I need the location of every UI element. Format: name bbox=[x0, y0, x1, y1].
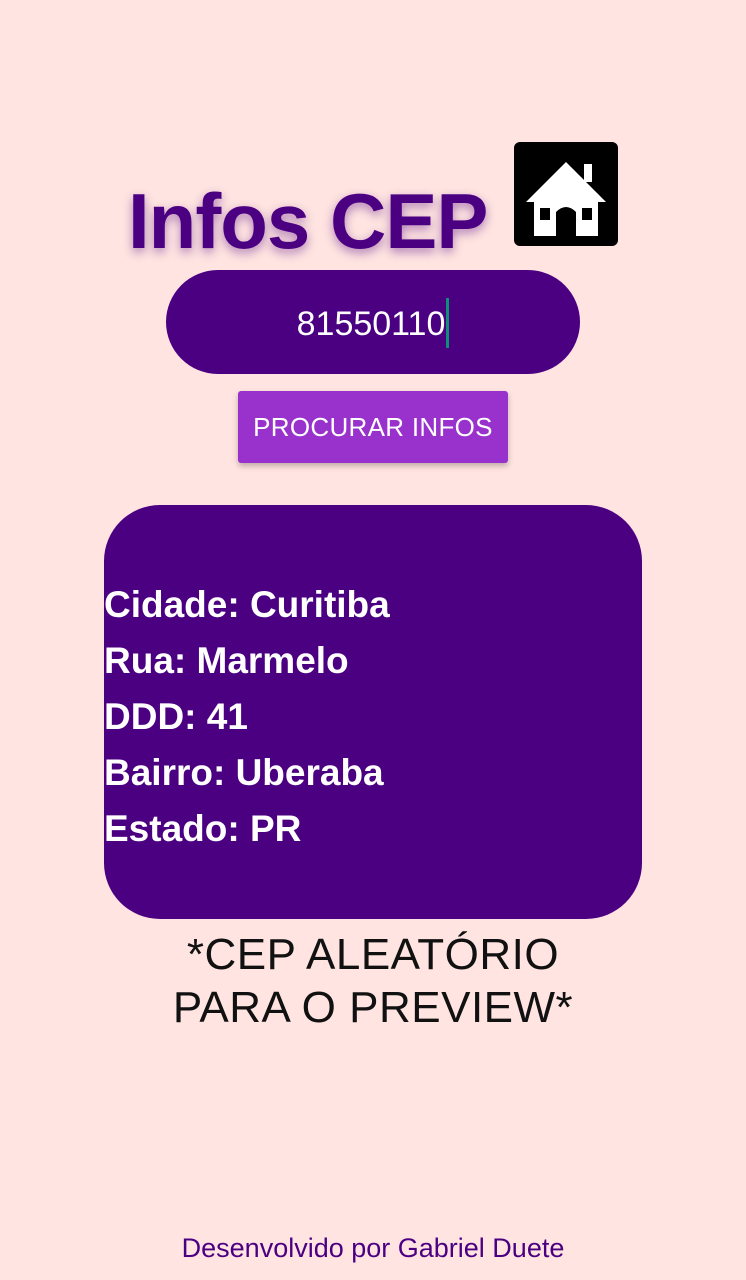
cep-input-value: 81550110 bbox=[296, 305, 446, 343]
result-list: Cidade: Curitiba Rua: Marmelo DDD: 41 Ba… bbox=[104, 577, 390, 857]
result-card: Cidade: Curitiba Rua: Marmelo DDD: 41 Ba… bbox=[104, 505, 642, 919]
header: Infos CEP bbox=[0, 138, 746, 265]
search-button[interactable]: PROCURAR INFOS bbox=[238, 391, 508, 463]
result-street: Rua: Marmelo bbox=[104, 640, 349, 681]
page-title: Infos CEP bbox=[128, 177, 488, 265]
cep-input[interactable]: 81550110 bbox=[166, 270, 580, 374]
result-state: Estado: PR bbox=[104, 808, 302, 849]
house-icon bbox=[514, 142, 618, 246]
result-city: Cidade: Curitiba bbox=[104, 584, 390, 625]
preview-note: *CEP ALEATÓRIO PARA O PREVIEW* bbox=[0, 928, 746, 1034]
footer-credit: Desenvolvido por Gabriel Duete bbox=[181, 1233, 565, 1263]
result-ddd: DDD: 41 bbox=[104, 696, 248, 737]
app-screen: Infos CEP 81550110 PROCURAR INFOS Cidade… bbox=[0, 0, 746, 1280]
result-neighborhood: Bairro: Uberaba bbox=[104, 752, 384, 793]
text-caret bbox=[446, 298, 450, 349]
preview-note-line-2: PARA O PREVIEW* bbox=[172, 983, 574, 1032]
preview-note-line-1: *CEP ALEATÓRIO bbox=[186, 930, 560, 979]
